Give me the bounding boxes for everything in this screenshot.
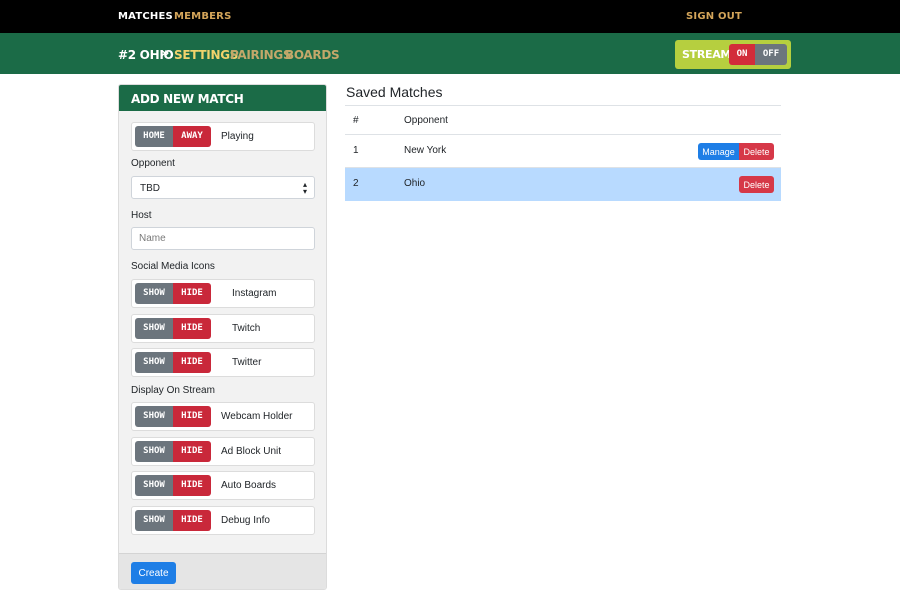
add-match-footer: Create bbox=[119, 553, 326, 589]
social-toggle-row: SHOW HIDE Twitter bbox=[131, 348, 315, 377]
stream-on-button[interactable]: ON bbox=[729, 44, 755, 65]
select-arrows-icon: ▴ ▾ bbox=[302, 180, 307, 196]
stream-label: STREAM bbox=[682, 48, 732, 61]
social-toggle-row: SHOW HIDE Instagram bbox=[131, 279, 315, 308]
add-match-card: ADD NEW MATCH HOME AWAY Playing Opponent… bbox=[118, 84, 327, 590]
manage-button[interactable]: Manage bbox=[698, 143, 739, 160]
nav-members-link[interactable]: MEMBERS bbox=[174, 11, 232, 22]
hide-button[interactable]: HIDE bbox=[173, 510, 211, 531]
display-item-label: Ad Block Unit bbox=[221, 446, 282, 457]
display-item-label: Webcam Holder bbox=[221, 411, 293, 422]
display-toggle-row: SHOW HIDE Ad Block Unit bbox=[131, 437, 315, 466]
column-header-number: # bbox=[353, 115, 359, 126]
hide-button[interactable]: HIDE bbox=[173, 283, 211, 304]
away-button[interactable]: AWAY bbox=[173, 126, 211, 147]
tab-pairings[interactable]: PAIRINGS bbox=[230, 48, 292, 62]
delete-button[interactable]: Delete bbox=[739, 143, 774, 160]
opponent-label: Opponent bbox=[131, 158, 175, 169]
row-opponent: New York bbox=[404, 145, 447, 156]
row-number: 2 bbox=[353, 178, 359, 189]
table-divider bbox=[345, 105, 781, 106]
add-match-header: ADD NEW MATCH bbox=[119, 85, 326, 111]
host-name-input[interactable] bbox=[131, 227, 315, 250]
social-item-label: Twitter bbox=[232, 357, 262, 368]
row-opponent: Ohio bbox=[404, 178, 426, 189]
social-item-label: Twitch bbox=[232, 323, 261, 334]
hide-button[interactable]: HIDE bbox=[173, 352, 211, 373]
display-toggle-row: SHOW HIDE Webcam Holder bbox=[131, 402, 315, 431]
show-button[interactable]: SHOW bbox=[135, 406, 173, 427]
hide-button[interactable]: HIDE bbox=[173, 406, 211, 427]
opponent-select-value: TBD bbox=[140, 183, 160, 194]
nav-matches-link[interactable]: MATCHES bbox=[118, 11, 173, 22]
playing-label: Playing bbox=[221, 131, 254, 142]
table-divider bbox=[345, 134, 781, 135]
show-button[interactable]: SHOW bbox=[135, 441, 173, 462]
social-media-label: Social Media Icons bbox=[131, 261, 215, 272]
hide-button[interactable]: HIDE bbox=[173, 318, 211, 339]
host-label: Host bbox=[131, 210, 152, 221]
breadcrumb-separator: » bbox=[161, 46, 170, 61]
home-away-toggle-row: HOME AWAY Playing bbox=[131, 122, 315, 151]
show-button[interactable]: SHOW bbox=[135, 475, 173, 496]
social-toggle-row: SHOW HIDE Twitch bbox=[131, 314, 315, 343]
delete-button[interactable]: Delete bbox=[739, 176, 774, 193]
show-button[interactable]: SHOW bbox=[135, 318, 173, 339]
saved-matches-title: Saved Matches bbox=[346, 84, 443, 100]
row-number: 1 bbox=[353, 145, 359, 156]
top-navbar: MATCHES MEMBERS SIGN OUT bbox=[0, 0, 900, 33]
tab-boards[interactable]: BOARDS bbox=[285, 48, 340, 62]
show-button[interactable]: SHOW bbox=[135, 510, 173, 531]
display-item-label: Debug Info bbox=[221, 515, 270, 526]
show-button[interactable]: SHOW bbox=[135, 283, 173, 304]
create-button[interactable]: Create bbox=[131, 562, 176, 584]
social-item-label: Instagram bbox=[232, 288, 277, 299]
tab-settings[interactable]: SETTINGS bbox=[174, 48, 238, 62]
add-match-title: ADD NEW MATCH bbox=[131, 92, 244, 106]
sign-out-link[interactable]: SIGN OUT bbox=[686, 11, 742, 22]
show-button[interactable]: SHOW bbox=[135, 352, 173, 373]
opponent-select[interactable]: TBD ▴ ▾ bbox=[131, 176, 315, 199]
display-item-label: Auto Boards bbox=[221, 480, 277, 491]
display-toggle-row: SHOW HIDE Debug Info bbox=[131, 506, 315, 535]
display-toggle-row: SHOW HIDE Auto Boards bbox=[131, 471, 315, 500]
hide-button[interactable]: HIDE bbox=[173, 475, 211, 496]
display-on-stream-label: Display On Stream bbox=[131, 385, 215, 396]
home-button[interactable]: HOME bbox=[135, 126, 173, 147]
column-header-opponent: Opponent bbox=[404, 115, 448, 126]
stream-off-button[interactable]: OFF bbox=[755, 44, 787, 65]
hide-button[interactable]: HIDE bbox=[173, 441, 211, 462]
